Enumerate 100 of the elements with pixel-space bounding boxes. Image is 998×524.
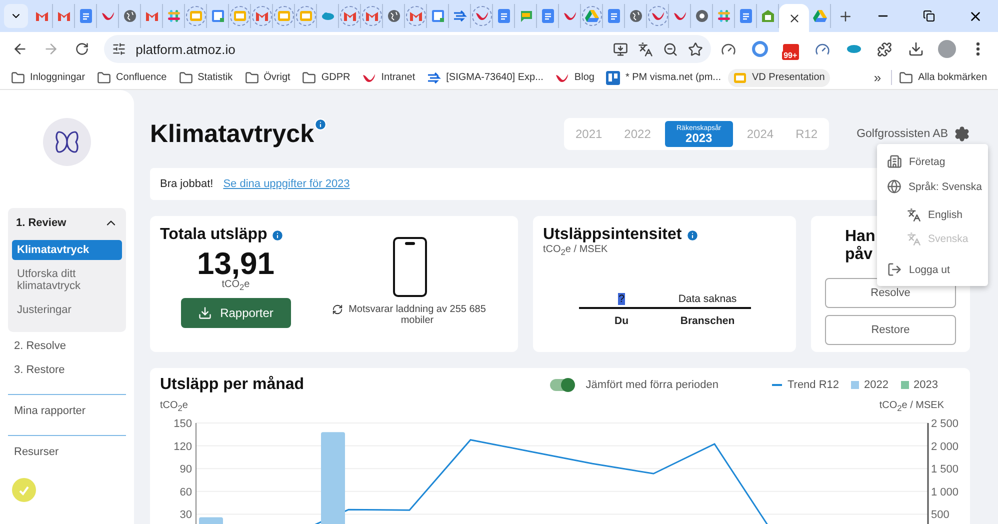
restore-icon — [923, 10, 935, 22]
bookmark-folder[interactable]: Alla bokmärken — [894, 68, 992, 86]
company-name: Golfgrossisten AB — [856, 128, 948, 140]
phone-icon — [392, 236, 428, 298]
bookmark-star-icon[interactable] — [688, 42, 704, 56]
axis-label: 500 — [931, 509, 950, 522]
calendar-icon — [430, 9, 444, 23]
bookmark[interactable]: * PM visma.net (pm... — [601, 68, 726, 86]
folder-icon — [899, 70, 914, 84]
gauge-icon — [814, 42, 830, 56]
mail-icon — [56, 9, 70, 23]
sidebar-item[interactable]: Klimatavtryck — [12, 240, 122, 260]
sidebar-step[interactable]: 2. Resolve — [8, 332, 126, 356]
download-icon — [908, 41, 924, 57]
axis-label: 1 500 — [931, 464, 959, 476]
bookmark[interactable]: Confluence — [92, 68, 172, 86]
mail-icon — [144, 9, 158, 23]
menu-item[interactable]: English — [877, 204, 988, 226]
globe-icon — [122, 9, 136, 23]
page-title: Klimatavtryck — [150, 120, 314, 148]
section-header[interactable]: 1. Review — [12, 214, 122, 240]
install-icon[interactable] — [613, 42, 628, 56]
back-arrow-icon — [12, 41, 28, 57]
total-value: 13,91 — [196, 248, 275, 279]
menu-item[interactable]: Språk: Svenska — [877, 175, 988, 198]
translate-icon[interactable] — [638, 42, 654, 56]
extension-button[interactable]: 99+ — [778, 35, 805, 63]
profile-avatar — [938, 40, 956, 58]
axis-label: 2 500 — [931, 418, 959, 430]
settings-icon[interactable] — [954, 126, 970, 142]
value-label: Data saknas — [677, 293, 738, 305]
swoosh-icon — [672, 11, 686, 21]
comparison-text: Motsvarar laddning av 255 685 mobiler — [348, 304, 487, 326]
axis-label: 1 000 — [931, 486, 959, 498]
card-title: Utsläppsintensitet — [543, 226, 682, 244]
document-icon — [740, 9, 752, 23]
axis-title: tCO$_{2}$e — [160, 400, 188, 413]
menu-icon — [976, 42, 980, 56]
menu-item[interactable]: Företag — [877, 150, 988, 173]
close-icon[interactable] — [788, 12, 800, 24]
swoosh-icon — [362, 72, 376, 82]
refresh-icon — [332, 304, 344, 315]
browser-tab[interactable] — [779, 4, 809, 32]
more-bookmarks-button[interactable]: » — [864, 70, 892, 85]
outline-button[interactable]: Restore — [825, 314, 956, 345]
unit-label: tCO$_{2}$e / MSEK — [543, 244, 609, 257]
bookmark[interactable]: Inloggningar — [6, 68, 90, 86]
legend-item: 2022 — [851, 379, 889, 391]
sidebar-item[interactable]: Utforska ditt klimatavtryck — [12, 264, 122, 296]
sidebar-link[interactable]: Mina rapporter — [8, 405, 126, 421]
hash-icon — [716, 9, 730, 23]
report-button[interactable]: Rapporter — [180, 298, 291, 328]
slides-icon — [733, 70, 748, 84]
folder-icon — [302, 70, 316, 84]
card-title: Han påv — [845, 228, 876, 265]
bookmark[interactable]: Statistik — [174, 68, 238, 86]
ring-icon — [752, 41, 768, 57]
plus-icon — [838, 8, 852, 24]
bookmark[interactable]: Intranet — [357, 70, 420, 85]
forward-arrow-icon — [42, 41, 59, 57]
calendar-icon — [210, 9, 224, 23]
zoom-icon[interactable] — [663, 42, 678, 56]
banner-text: Bra jobbat! — [160, 178, 214, 190]
logout-icon — [887, 262, 902, 277]
info-icon[interactable] — [271, 228, 284, 242]
mail-icon — [34, 9, 48, 23]
arrows-icon — [452, 9, 466, 23]
bookmark[interactable]: VD Presentation — [728, 68, 830, 86]
translate-icon — [907, 232, 921, 246]
folder-icon — [97, 70, 112, 84]
toggle-switch[interactable] — [550, 379, 574, 391]
download-icon — [198, 306, 212, 320]
hash-icon — [166, 9, 180, 23]
globe-icon — [887, 179, 902, 194]
building-icon — [887, 154, 902, 169]
bookmark[interactable]: Övrigt — [240, 68, 296, 86]
info-icon[interactable] — [314, 118, 327, 131]
sidebar-item[interactable]: Justeringar — [12, 300, 122, 320]
folder-icon — [178, 70, 193, 84]
sidebar-link[interactable]: Resurser — [8, 446, 126, 462]
chat-icon — [518, 9, 532, 23]
url-text: platform.atmoz.io — [136, 42, 236, 56]
swoosh-icon — [562, 11, 576, 21]
toggle-label: Jämfört med förra perioden — [586, 379, 718, 391]
card-title: Utsläpp per månad — [160, 376, 304, 394]
address-bar[interactable]: platform.atmoz.io — [104, 35, 712, 63]
swoosh-icon — [650, 11, 664, 21]
axis-label: 60 — [180, 486, 192, 498]
gauge-icon — [721, 42, 736, 56]
bookmark[interactable]: [SIGMA-73640] Exp... — [422, 68, 548, 86]
axis-label: Branschen — [679, 315, 736, 327]
legend-item: Trend R12 — [772, 379, 840, 391]
cloud-icon — [846, 44, 862, 54]
site-info-icon[interactable] — [112, 42, 126, 56]
info-icon[interactable] — [686, 228, 699, 242]
swoosh-icon — [100, 11, 114, 21]
bookmark[interactable]: GDPR — [297, 68, 356, 86]
sidebar-step[interactable]: 3. Restore — [8, 356, 126, 380]
bookmark[interactable]: Blog — [550, 70, 600, 85]
card-title: Totala utsläpp — [160, 226, 268, 244]
